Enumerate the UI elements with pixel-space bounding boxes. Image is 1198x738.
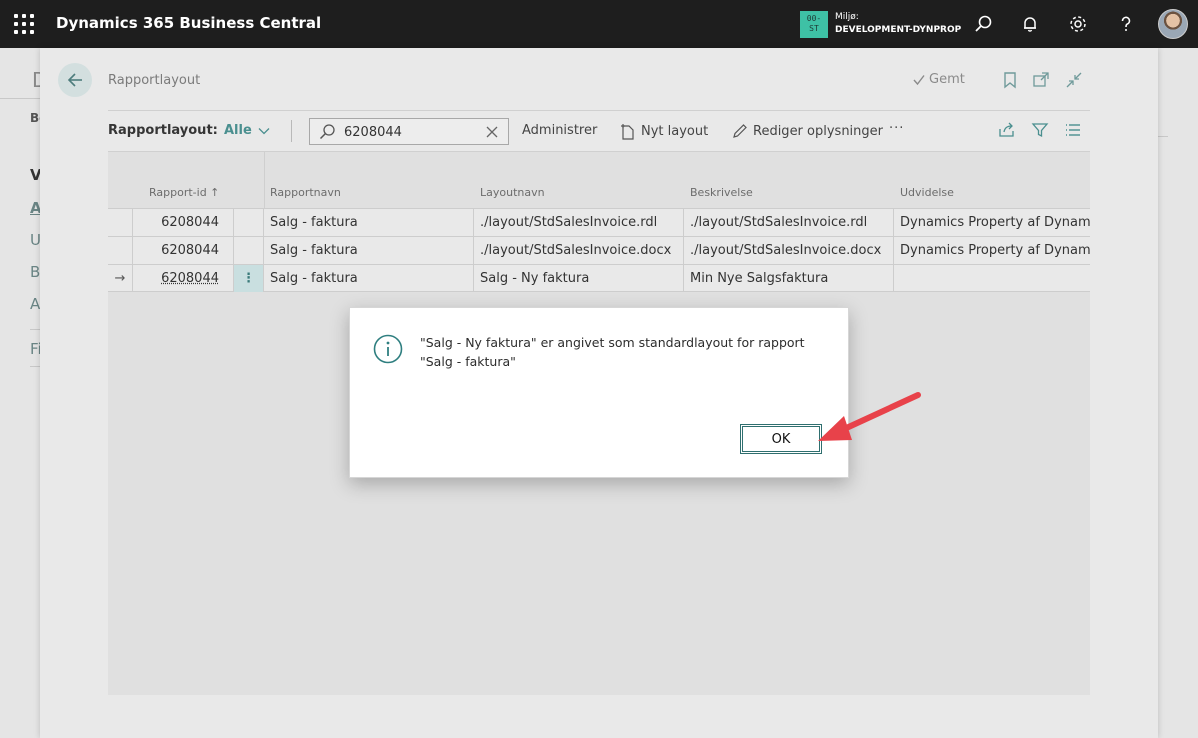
new-document-icon (621, 124, 634, 140)
saved-status-label: Gemt (929, 72, 965, 87)
page-title: Rapportlayout (108, 73, 201, 88)
cell-layout-name[interactable]: ./layout/StdSalesInvoice.docx (474, 237, 684, 264)
table-row[interactable]: 6208044 Salg - faktura ./layout/StdSales… (108, 236, 1090, 264)
header-divider (108, 110, 1090, 111)
new-layout-label: Nyt layout (641, 124, 709, 139)
collapse-icon[interactable] (1064, 70, 1084, 90)
gear-icon[interactable] (1066, 12, 1090, 36)
help-icon[interactable] (1114, 12, 1138, 36)
user-avatar[interactable] (1158, 9, 1188, 39)
environment-label[interactable]: Miljø: DEVELOPMENT-DYNPROP (835, 11, 961, 37)
current-row-arrow-icon: → (108, 265, 133, 292)
ok-button[interactable]: OK (740, 424, 822, 454)
manage-button[interactable]: Administrer (522, 123, 597, 138)
environment-badge[interactable]: 00- ST (800, 11, 828, 38)
info-dialog: "Salg - Ny faktura" er angivet som stand… (349, 307, 849, 478)
clear-search-icon[interactable] (483, 123, 501, 141)
cell-description[interactable]: ./layout/StdSalesInvoice.docx (684, 237, 894, 264)
cell-report-id[interactable]: 6208044 (133, 265, 234, 292)
chevron-down-icon (258, 127, 270, 134)
checkmark-icon (913, 74, 925, 85)
new-layout-button[interactable]: Nyt layout (620, 123, 708, 140)
pencil-icon (733, 124, 747, 138)
column-header-report-id[interactable]: Rapport-id ↑ (149, 186, 219, 199)
list-label: Rapportlayout: (108, 123, 218, 138)
app-title[interactable]: Dynamics 365 Business Central (56, 14, 321, 32)
bg-link: B (30, 263, 41, 281)
bookmark-icon[interactable] (1000, 70, 1020, 90)
share-icon[interactable] (996, 119, 1018, 141)
cell-extension[interactable] (894, 265, 1090, 292)
column-header-description[interactable]: Beskrivelse (690, 186, 753, 199)
open-new-window-icon[interactable] (1031, 70, 1051, 90)
column-header-extension[interactable]: Udvidelse (900, 186, 954, 199)
cell-extension[interactable]: Dynamics Property af Dynamic (894, 237, 1090, 264)
back-button[interactable] (58, 63, 92, 97)
search-icon[interactable] (971, 12, 995, 36)
arrow-left-icon (67, 73, 82, 87)
view-filter-dropdown[interactable]: Alle (224, 123, 270, 138)
search-input[interactable] (344, 123, 474, 141)
more-actions-button[interactable]: ··· (889, 121, 904, 136)
app-launcher-icon[interactable] (14, 14, 34, 34)
cell-extension[interactable]: Dynamics Property af Dynamic (894, 209, 1090, 236)
env-name: DEVELOPMENT-DYNPROP (835, 25, 962, 35)
search-box[interactable] (309, 118, 509, 145)
top-bar: Dynamics 365 Business Central 00- ST Mil… (0, 0, 1198, 48)
edit-info-button[interactable]: Rediger oplysninger (732, 123, 883, 139)
search-icon (318, 123, 336, 141)
bg-link: A (30, 295, 41, 313)
info-icon (373, 334, 403, 364)
saved-status: Gemt (912, 72, 965, 87)
edit-info-label: Rediger oplysninger (753, 123, 884, 139)
action-bar-divider (291, 120, 292, 142)
cell-layout-name[interactable]: Salg - Ny faktura (474, 265, 684, 292)
cell-report-id[interactable]: 6208044 (133, 209, 234, 236)
env-badge-line2: ST (809, 24, 819, 33)
table-row[interactable]: 6208044 Salg - faktura ./layout/StdSales… (108, 208, 1090, 236)
bell-icon[interactable] (1018, 12, 1042, 36)
dialog-message: "Salg - Ny faktura" er angivet som stand… (420, 335, 805, 369)
view-filter-value: Alle (224, 123, 252, 138)
cell-report-name[interactable]: Salg - faktura (264, 237, 474, 264)
env-label-caption: Miljø: (835, 12, 859, 22)
cell-layout-name[interactable]: ./layout/StdSalesInvoice.rdl (474, 209, 684, 236)
row-menu-button[interactable]: ⋮ (234, 265, 264, 292)
column-header-layout-name[interactable]: Layoutnavn (480, 186, 545, 199)
table-row-selected[interactable]: → 6208044 ⋮ Salg - faktura Salg - Ny fak… (108, 264, 1090, 292)
list-view-icon[interactable] (1062, 119, 1084, 141)
cell-report-name[interactable]: Salg - faktura (264, 209, 474, 236)
column-header-report-name[interactable]: Rapportnavn (270, 186, 341, 199)
action-bar: Rapportlayout: Alle Administrer Nyt layo… (108, 116, 1090, 148)
env-badge-line1: 00- (806, 14, 822, 23)
filter-icon[interactable] (1029, 119, 1051, 141)
cell-description[interactable]: Min Nye Salgsfaktura (684, 265, 894, 292)
cell-report-name[interactable]: Salg - faktura (264, 265, 474, 292)
cell-description[interactable]: ./layout/StdSalesInvoice.rdl (684, 209, 894, 236)
cell-report-id[interactable]: 6208044 (133, 237, 234, 264)
